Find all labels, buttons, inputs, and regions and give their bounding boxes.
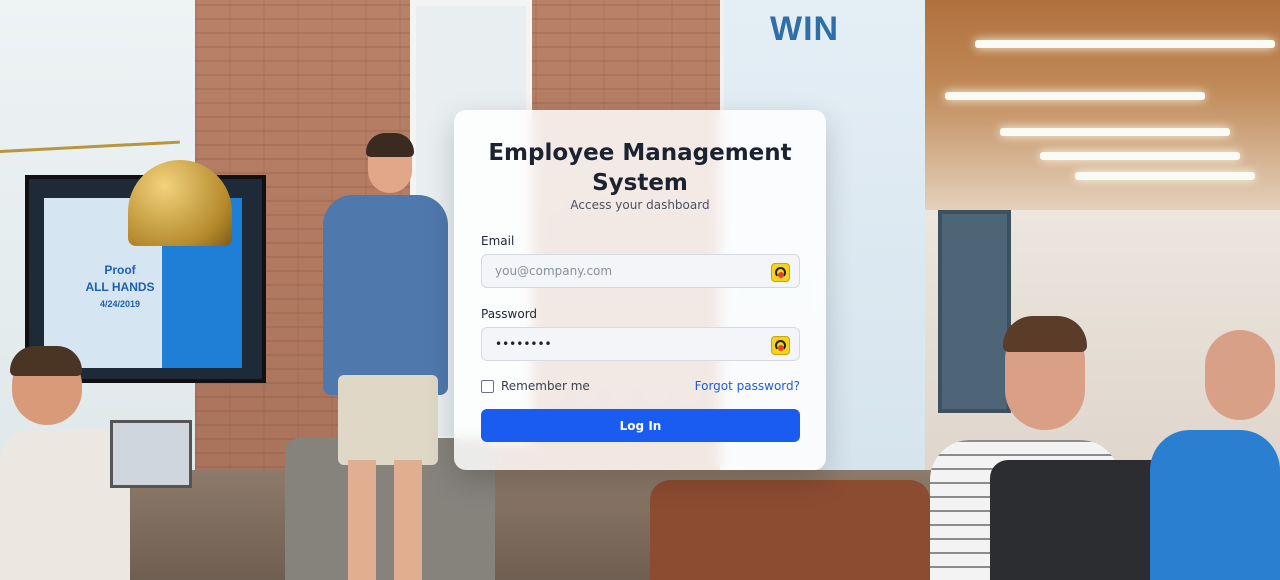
email-field[interactable]	[482, 255, 799, 287]
presenter-shirt	[323, 195, 448, 395]
password-field[interactable]	[482, 328, 799, 360]
login-button[interactable]: Log In	[481, 409, 800, 442]
forgot-password-link[interactable]: Forgot password?	[695, 379, 800, 393]
background-ceiling-light	[1075, 172, 1255, 180]
password-field-wrapper	[481, 327, 800, 361]
background-couch	[650, 480, 930, 580]
seated-person-body	[1150, 430, 1280, 580]
login-card: Employee Management System Access your d…	[454, 110, 826, 470]
background-tv-slide-text: Proof ALL HANDS 4/24/2019	[70, 262, 170, 313]
remember-me[interactable]: Remember me	[481, 379, 590, 393]
tv-slide-line1: Proof	[104, 263, 136, 277]
password-manager-icon[interactable]	[771, 263, 790, 282]
tv-slide-line2: ALL HANDS	[85, 280, 155, 294]
tv-slide-date: 4/24/2019	[99, 299, 141, 309]
background-presenter	[318, 133, 453, 580]
background-ceiling-light	[975, 40, 1275, 48]
presenter-shorts	[338, 375, 438, 465]
password-manager-icon[interactable]	[771, 336, 790, 355]
remember-me-label: Remember me	[501, 379, 590, 393]
background-seated-person	[1130, 330, 1280, 580]
seated-person-hair	[10, 346, 82, 376]
page-subtitle: Access your dashboard	[570, 198, 710, 212]
background-laptop	[110, 420, 192, 488]
login-options-row: Remember me Forgot password?	[481, 379, 800, 393]
presenter-hair	[366, 133, 414, 157]
seated-person-head	[1205, 330, 1275, 420]
background-ceiling-light	[1000, 128, 1230, 136]
presenter-leg	[348, 460, 376, 580]
background-mural-text: WIN	[770, 10, 840, 48]
email-label: Email	[481, 234, 515, 248]
background-ceiling-light	[945, 92, 1205, 100]
page-title: Employee Management System	[488, 140, 792, 196]
seated-person-hair	[1003, 316, 1087, 352]
background-ceiling	[925, 0, 1280, 220]
email-field-wrapper	[481, 254, 800, 288]
remember-me-checkbox[interactable]	[481, 379, 494, 393]
presenter-leg	[394, 460, 422, 580]
password-label: Password	[481, 307, 538, 321]
background-ceiling-light	[1040, 152, 1240, 160]
